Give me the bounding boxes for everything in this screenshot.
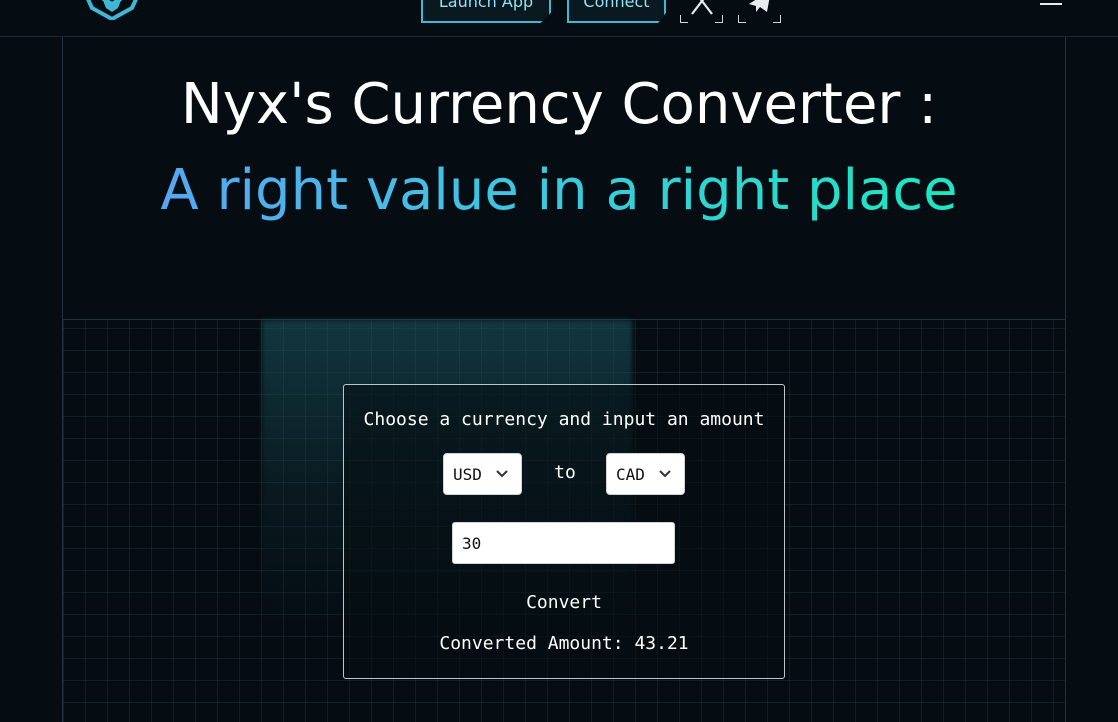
connect-button[interactable]: Connect <box>567 0 666 23</box>
x-social-link[interactable] <box>680 0 723 23</box>
corner-decoration <box>773 15 781 23</box>
to-currency-select[interactable]: CAD <box>606 453 685 495</box>
converter-card: Choose a currency and input an amount US… <box>343 384 785 679</box>
convert-button[interactable]: Convert <box>504 588 624 616</box>
subtitle-text: A right value in a right place <box>160 158 958 223</box>
converter-heading: Choose a currency and input an amount <box>363 409 765 430</box>
page-subtitle: A right value in a right place <box>0 158 1118 223</box>
x-icon <box>691 0 713 15</box>
converted-amount-result: Converted Amount: 43.21 <box>439 633 689 654</box>
telegram-icon <box>749 0 770 12</box>
from-currency-select[interactable]: USD <box>443 453 522 495</box>
page-title: Nyx's Currency Converter : <box>180 72 938 137</box>
corner-decoration <box>715 15 723 23</box>
amount-input[interactable] <box>452 522 675 564</box>
chevron-down-icon <box>496 470 508 478</box>
corner-decoration <box>680 15 688 23</box>
telegram-social-link[interactable] <box>738 0 781 23</box>
logo-icon[interactable] <box>78 0 146 22</box>
corner-decoration <box>738 15 746 23</box>
launch-app-button[interactable]: Launch App <box>421 0 551 23</box>
to-label: to <box>554 462 576 483</box>
to-currency-value: CAD <box>616 464 645 484</box>
hamburger-menu-icon[interactable] <box>1040 0 1064 12</box>
chevron-down-icon <box>659 470 671 478</box>
from-currency-value: USD <box>453 464 482 484</box>
top-nav: Launch App Connect <box>0 0 1118 37</box>
